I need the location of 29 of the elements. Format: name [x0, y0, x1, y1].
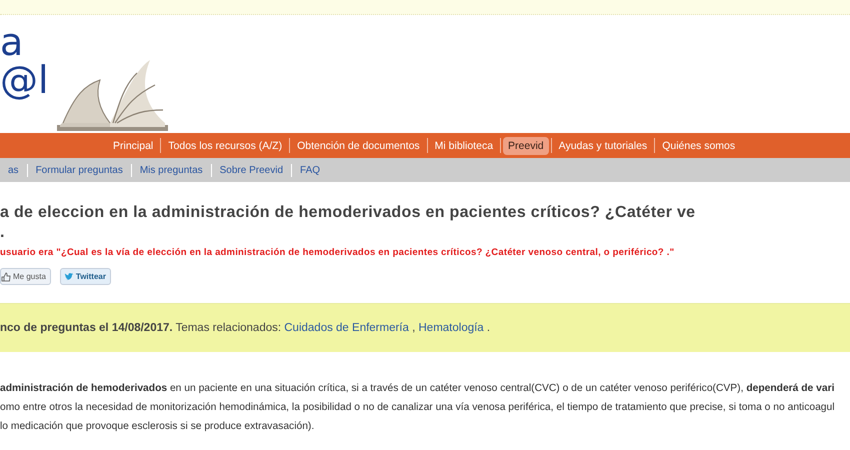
nav-tab[interactable]: Quiénes somos: [657, 136, 740, 154]
subnav-link[interactable]: FAQ: [292, 164, 328, 176]
body-text: lo medicación que provoque esclerosis si se produce extravasación).: [0, 420, 314, 434]
subnav-link[interactable]: as: [0, 164, 27, 176]
logo-text: a: [0, 23, 24, 61]
tweet-button[interactable]: Twittear: [60, 268, 111, 285]
logo-text: @l: [0, 61, 49, 99]
page-title: a de eleccion en la administración de hemoderivados en pacientes críticos? ¿Catéter ve: [0, 203, 696, 223]
info-text: nco de preguntas el 14/08/2017. Temas relacionados:: [0, 322, 282, 334]
like-button[interactable]: Me gusta: [0, 268, 51, 285]
topic-link[interactable]: Hematología: [418, 322, 484, 334]
nav-tab[interactable]: Preevid: [503, 136, 549, 154]
body-text: omo entre otros la necesidad de monitorización hemodinámica, la posibilidad o no de canalizar una vía venosa periférica, el tiempo de tratamiento que precise, si toma o no anticoagul: [0, 401, 835, 415]
separator-text: ,: [411, 322, 416, 334]
nav-tab[interactable]: Todos los recursos (A/Z): [163, 136, 288, 154]
body-text: administración de hemoderivados en un paciente en una situación crítica, si a través de un catéter venoso central(CVC) o de un catéter venoso periférico(CVP), dependerá de vari: [0, 382, 834, 396]
subnav-link[interactable]: Sobre Preevid: [212, 164, 292, 176]
user-question-text: usuario era "¿Cual es la vía de elección en la administración de hemoderivados en pacientes críticos? ¿Catéter venoso central, o periférico? .": [0, 247, 674, 258]
nav-tab[interactable]: Obtención de documentos: [292, 136, 425, 154]
nav-tab[interactable]: Principal: [108, 136, 158, 154]
page-title: .: [0, 223, 5, 243]
bird-icon: [64, 272, 74, 282]
subnav-link[interactable]: Mis preguntas: [132, 164, 211, 176]
subnav-link[interactable]: Formular preguntas: [28, 164, 131, 176]
period-text: .: [486, 322, 490, 334]
thumbs-up-icon: [1, 272, 11, 282]
nav-tab[interactable]: Mi biblioteca: [430, 136, 498, 154]
nav-tab[interactable]: Ayudas y tutoriales: [554, 136, 652, 154]
topic-link[interactable]: Cuidados de Enfermería: [284, 322, 409, 334]
